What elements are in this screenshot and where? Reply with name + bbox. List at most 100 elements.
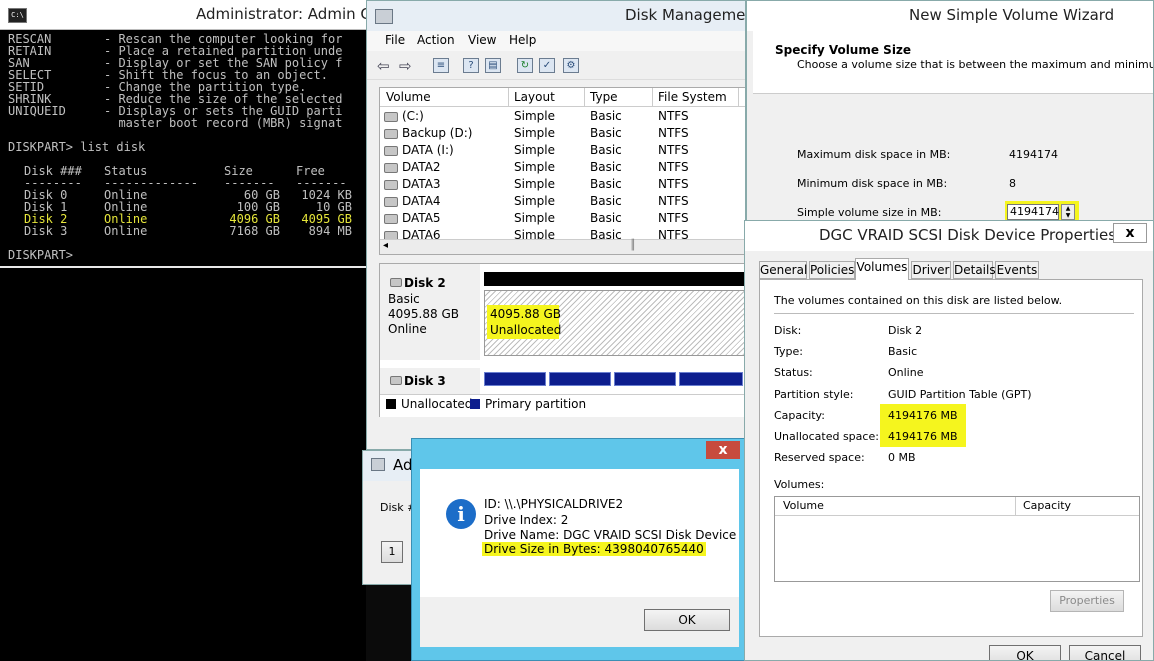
console-window: C:\ Administrator: Admin Con RESCAN - Re…	[0, 0, 366, 268]
drive-icon	[384, 197, 398, 207]
menu-action[interactable]: Action	[417, 33, 455, 47]
console-tree-icon[interactable]: ≡	[433, 58, 449, 73]
volume-size-stepper[interactable]: ▲ ▼	[1061, 204, 1075, 220]
volume-fs: NTFS	[658, 160, 689, 174]
unallocated-region[interactable]: 4095.88 GB Unallocated	[484, 290, 745, 356]
field-label: Disk:	[774, 324, 802, 337]
volume-row[interactable]: DATA (I:) Simple Basic NTFS	[380, 142, 745, 159]
primary-partition[interactable]	[484, 372, 546, 386]
disk3-info[interactable]: Disk 3	[380, 368, 480, 394]
column-layout[interactable]: Layout	[514, 90, 555, 104]
min-space-value: 8	[1009, 177, 1016, 190]
properties-title: DGC VRAID SCSI Disk Device Properties	[819, 226, 1117, 244]
tab-policies[interactable]: Policies	[809, 261, 855, 279]
disk-number-button[interactable]: 1	[381, 541, 403, 563]
volumes-table-header: Volume Capacity	[775, 497, 1139, 516]
volume-row[interactable]: (C:) Simple Basic NTFS	[380, 108, 745, 125]
refresh-icon[interactable]: ↻	[517, 58, 533, 73]
volume-layout: Simple	[514, 160, 555, 174]
menu-file[interactable]: File	[385, 33, 405, 47]
column-type[interactable]: Type	[590, 90, 618, 104]
volume-row[interactable]: DATA2 Simple Basic NTFS	[380, 159, 745, 176]
legend-swatch-primary	[470, 399, 480, 409]
tab-volumes[interactable]: Volumes	[855, 258, 909, 280]
console-titlebar[interactable]: C:\ Administrator: Admin Con	[0, 0, 366, 30]
unallocated-highlight: 4095.88 GB Unallocated	[487, 305, 561, 339]
spin-down-icon[interactable]: ▼	[1062, 212, 1074, 219]
spin-up-icon[interactable]: ▲	[1062, 205, 1074, 212]
volume-size-input[interactable]: 4194174	[1007, 204, 1059, 220]
partition-legend: Unallocated Primary partition	[380, 394, 745, 417]
volume-row[interactable]: DATA6 Simple Basic NTFS	[380, 227, 745, 239]
back-arrow-icon[interactable]: ⇦	[377, 57, 390, 75]
disk2-info[interactable]: Disk 2 Basic 4095.88 GB Online	[380, 264, 480, 360]
disk2-size: 4095.88 GB	[388, 307, 459, 321]
drive-icon	[384, 180, 398, 190]
volume-fs: NTFS	[658, 211, 689, 225]
console-title: Administrator: Admin Con	[196, 5, 366, 23]
column-volume[interactable]: Volume	[386, 90, 431, 104]
console-prompt: DISKPART>	[8, 248, 74, 262]
disk2-name: Disk 2	[404, 276, 446, 290]
volumes-table[interactable]: Volume Capacity	[774, 496, 1140, 582]
details-icon[interactable]: ▤	[485, 58, 501, 73]
tab-driver[interactable]: Driver	[911, 261, 951, 279]
volume-size-label: Simple volume size in MB:	[797, 206, 942, 219]
horizontal-scrollbar[interactable]: ◂ ║	[380, 239, 745, 254]
volume-properties-button[interactable]: Properties	[1050, 590, 1124, 612]
primary-partition[interactable]	[549, 372, 611, 386]
field-label: Reserved space:	[774, 451, 865, 464]
disk-management-titlebar[interactable]: Disk Management	[367, 1, 745, 31]
cancel-button[interactable]: Cancel	[1069, 645, 1141, 660]
volume-row[interactable]: DATA4 Simple Basic NTFS	[380, 193, 745, 210]
properties-icon[interactable]: ✓	[539, 58, 555, 73]
close-icon[interactable]: x	[706, 441, 740, 459]
disk-row-disk: Disk 3	[24, 224, 68, 238]
ok-button[interactable]: OK	[644, 609, 730, 631]
column-volume[interactable]: Volume	[783, 499, 824, 512]
volume-layout: Simple	[514, 228, 555, 239]
console-command: DISKPART> list disk	[8, 140, 146, 154]
column-filesystem[interactable]: File System	[658, 90, 727, 104]
drive-size-bytes: Drive Size in Bytes: 4398040765440	[482, 542, 706, 556]
field-value: Basic	[888, 345, 918, 358]
volume-fs: NTFS	[658, 177, 689, 191]
volume-name: DATA5	[402, 211, 441, 225]
volume-name: DATA3	[402, 177, 441, 191]
tab-events[interactable]: Events	[995, 261, 1039, 279]
toolbar: ⇦ ⇨ ≡ ? ▤ ↻ ✓ ⚙	[367, 53, 745, 80]
menu-help[interactable]: Help	[509, 33, 536, 47]
tab-general[interactable]: General	[759, 261, 807, 279]
column-capacity[interactable]: Capacity	[1023, 499, 1071, 512]
close-icon[interactable]: x	[1113, 223, 1147, 243]
primary-partition[interactable]	[679, 372, 743, 386]
volume-row[interactable]: DATA3 Simple Basic NTFS	[380, 176, 745, 193]
volume-layout: Simple	[514, 126, 555, 140]
volume-row[interactable]: DATA5 Simple Basic NTFS	[380, 210, 745, 227]
properties-titlebar[interactable]: DGC VRAID SCSI Disk Device Properties x	[745, 221, 1153, 251]
help-icon[interactable]: ?	[463, 58, 479, 73]
volume-row[interactable]: Backup (D:) Simple Basic NTFS	[380, 125, 745, 142]
field-value: Disk 2	[888, 324, 923, 337]
ok-button[interactable]: OK	[989, 645, 1061, 660]
forward-arrow-icon[interactable]: ⇨	[399, 57, 412, 75]
menu-view[interactable]: View	[468, 33, 496, 47]
scroll-left-icon[interactable]: ◂	[383, 240, 388, 251]
background-window-titlebar[interactable]: Ad	[363, 451, 417, 481]
volume-type: Basic	[590, 109, 622, 123]
volume-name: Backup (D:)	[402, 126, 473, 140]
region-size: 4095.88 GB	[490, 307, 561, 321]
scroll-grip-icon[interactable]: ║	[630, 240, 636, 251]
drive-icon	[384, 146, 398, 156]
field-value: 0 MB	[888, 451, 916, 464]
disk-management-icon	[375, 9, 393, 24]
tab-details[interactable]: Details	[953, 261, 996, 279]
disk-row-status: Online	[104, 224, 148, 238]
primary-partition[interactable]	[614, 372, 676, 386]
console-output[interactable]: RESCAN - Rescan the computer looking for…	[0, 30, 366, 266]
settings-icon[interactable]: ⚙	[563, 58, 579, 73]
wizard-titlebar[interactable]: New Simple Volume Wizard	[747, 1, 1153, 31]
volumes-intro: The volumes contained on this disk are l…	[774, 294, 1063, 307]
volume-layout: Simple	[514, 194, 555, 208]
field-label: Type:	[774, 345, 803, 358]
